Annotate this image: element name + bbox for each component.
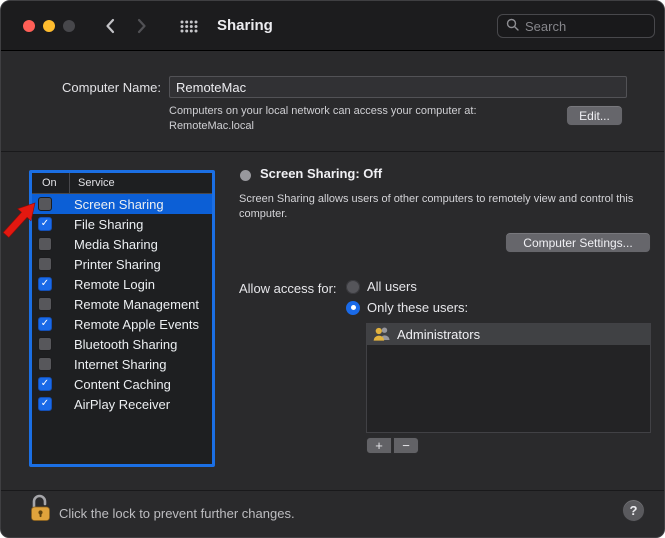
services-list: Screen Sharing ✓ File Sharing Media Shar… xyxy=(32,194,212,414)
service-label: Media Sharing xyxy=(74,237,158,252)
search-icon xyxy=(506,18,519,34)
service-checkbox[interactable]: ✓ xyxy=(38,317,52,331)
service-row[interactable]: Internet Sharing xyxy=(32,354,212,374)
service-row[interactable]: Printer Sharing xyxy=(32,254,212,274)
allowed-users-rows: Administrators xyxy=(367,324,650,345)
service-row[interactable]: ✓ File Sharing xyxy=(32,214,212,234)
close-button[interactable] xyxy=(23,20,35,32)
computer-name-description: Computers on your local network can acce… xyxy=(169,104,477,134)
search-input[interactable] xyxy=(525,19,646,34)
computer-name-input[interactable] xyxy=(169,76,627,98)
group-icon xyxy=(373,326,390,344)
service-label: Bluetooth Sharing xyxy=(74,337,177,352)
show-all-grid-icon[interactable] xyxy=(180,20,198,36)
add-user-button[interactable]: + xyxy=(366,437,392,454)
service-row[interactable]: ✓ Remote Login xyxy=(32,274,212,294)
service-label: AirPlay Receiver xyxy=(74,397,170,412)
service-row[interactable]: Remote Management xyxy=(32,294,212,314)
service-checkbox[interactable]: ✓ xyxy=(38,377,52,391)
help-button[interactable]: ? xyxy=(622,499,645,522)
service-row[interactable]: ✓ Remote Apple Events xyxy=(32,314,212,334)
service-label: Remote Management xyxy=(74,297,199,312)
service-label: Printer Sharing xyxy=(74,257,161,272)
column-header-service: Service xyxy=(70,173,115,193)
service-row[interactable]: ✓ Content Caching xyxy=(32,374,212,394)
service-label: Screen Sharing xyxy=(74,197,164,212)
user-list-item[interactable]: Administrators xyxy=(367,324,650,345)
computer-hostname: RemoteMac.local xyxy=(169,119,477,134)
allowed-users-list[interactable]: Administrators xyxy=(366,323,651,433)
annotation-arrow xyxy=(1,197,41,246)
user-name: Administrators xyxy=(397,327,480,342)
status-indicator-dot xyxy=(240,170,251,181)
user-list-controls: + − xyxy=(366,437,419,454)
minimize-button[interactable] xyxy=(43,20,55,32)
lock-icon[interactable] xyxy=(29,493,52,525)
status-title: Screen Sharing: Off xyxy=(260,166,382,181)
back-icon[interactable] xyxy=(105,18,115,37)
services-panel: On Service Screen Sharing ✓ File Sharing… xyxy=(29,170,215,467)
section-divider xyxy=(1,151,664,152)
service-checkbox[interactable] xyxy=(38,297,52,311)
service-checkbox[interactable]: ✓ xyxy=(38,277,52,291)
titlebar: Sharing xyxy=(1,1,664,51)
service-label: Remote Apple Events xyxy=(74,317,199,332)
computer-settings-button[interactable]: Computer Settings... xyxy=(505,232,651,253)
edit-button[interactable]: Edit... xyxy=(566,105,623,126)
computer-name-description-line: Computers on your local network can acce… xyxy=(169,104,477,119)
services-header: On Service xyxy=(32,173,212,194)
service-checkbox[interactable] xyxy=(38,357,52,371)
radio-option-only-these-users[interactable]: Only these users: xyxy=(346,300,468,315)
service-checkbox[interactable]: ✓ xyxy=(38,397,52,411)
only-these-users-radio[interactable] xyxy=(346,301,360,315)
column-header-on: On xyxy=(32,173,70,193)
all-users-radio[interactable] xyxy=(346,280,360,294)
all-users-label: All users xyxy=(367,279,417,294)
service-row[interactable]: Bluetooth Sharing xyxy=(32,334,212,354)
service-label: Content Caching xyxy=(74,377,171,392)
allow-access-label: Allow access for: xyxy=(239,281,337,296)
forward-icon[interactable] xyxy=(137,18,147,37)
service-row[interactable]: ✓ AirPlay Receiver xyxy=(32,394,212,414)
lock-hint-text: Click the lock to prevent further change… xyxy=(59,506,295,521)
only-these-users-label: Only these users: xyxy=(367,300,468,315)
service-row[interactable]: Media Sharing xyxy=(32,234,212,254)
service-label: Internet Sharing xyxy=(74,357,167,372)
service-checkbox[interactable] xyxy=(38,257,52,271)
service-checkbox[interactable] xyxy=(38,337,52,351)
footer-divider xyxy=(1,490,664,491)
zoom-button xyxy=(63,20,75,32)
search-field[interactable] xyxy=(497,14,655,38)
computer-name-label: Computer Name: xyxy=(1,80,161,95)
window-title: Sharing xyxy=(217,17,273,34)
status-description: Screen Sharing allows users of other com… xyxy=(239,192,653,222)
radio-option-all-users[interactable]: All users xyxy=(346,279,417,294)
service-label: Remote Login xyxy=(74,277,155,292)
service-row[interactable]: Screen Sharing xyxy=(32,194,212,214)
service-label: File Sharing xyxy=(74,217,143,232)
sharing-preferences-window: Sharing Computer Name: Computers on your… xyxy=(0,0,665,538)
remove-user-button[interactable]: − xyxy=(393,437,419,454)
